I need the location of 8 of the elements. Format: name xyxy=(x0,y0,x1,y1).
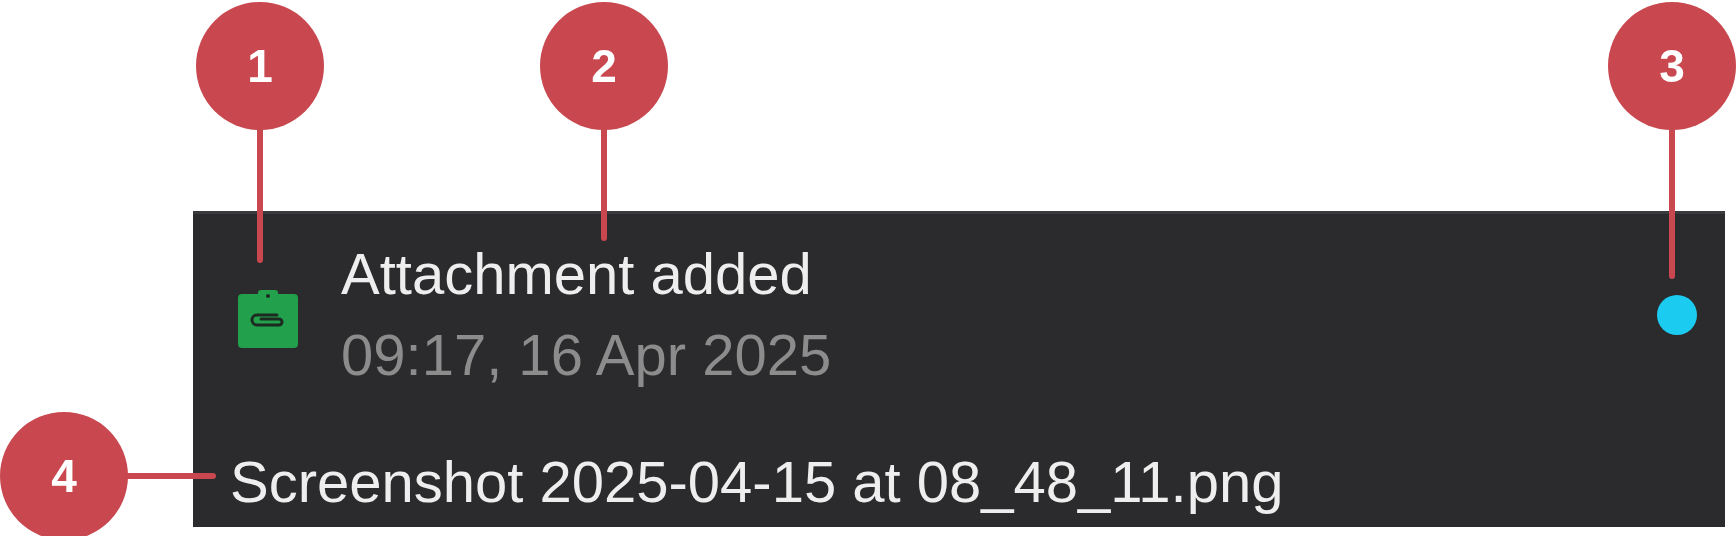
notification-time: 09:17, 16 Apr 2025 xyxy=(341,321,832,389)
callout-number: 3 xyxy=(1608,2,1736,130)
file-name: Screenshot 2025-04-15 at 08_48_11.png xyxy=(230,448,1285,516)
callout-number: 4 xyxy=(0,412,128,536)
callout-number: 2 xyxy=(540,2,668,130)
callout-number: 1 xyxy=(196,2,324,130)
notification-card[interactable]: Attachment added 09:17, 16 Apr 2025 Screenshot 2025-04-15 at 08_48_11.png xyxy=(193,211,1725,527)
notification-title: Attachment added xyxy=(341,240,813,308)
